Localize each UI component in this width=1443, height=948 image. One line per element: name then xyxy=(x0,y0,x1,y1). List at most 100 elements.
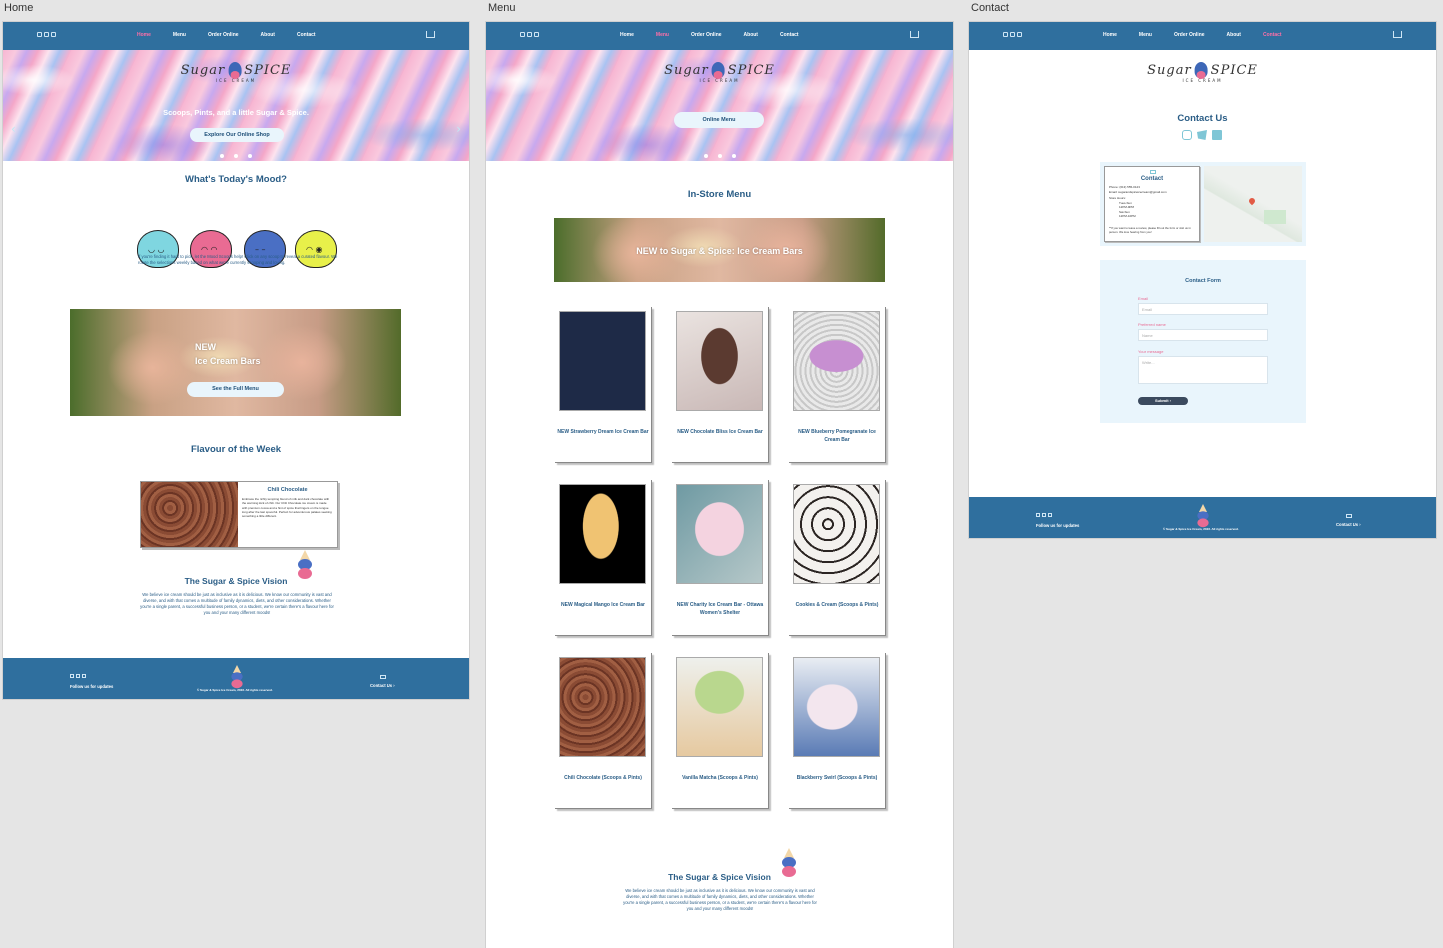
instagram-icon[interactable] xyxy=(520,32,525,37)
nav-about[interactable]: About xyxy=(744,32,758,38)
sleepy-face-icon: – – xyxy=(255,245,266,254)
menu-item-card[interactable]: Vanilla Matcha (Scoops & Pints) xyxy=(672,653,769,809)
strawberry-dream-image xyxy=(559,311,646,411)
online-menu-button[interactable]: Online Menu xyxy=(674,112,764,128)
contact-card-note: **If you want to leave a review, please … xyxy=(1109,226,1191,234)
menu-item-card[interactable]: NEW Magical Mango Ice Cream Bar xyxy=(555,480,652,636)
instagram-icon[interactable] xyxy=(37,32,42,37)
promo-line-1: NEW xyxy=(195,342,216,352)
contact-card-details: Phone: (613) 555-0123 Email: sugarandspi… xyxy=(1109,185,1167,219)
message-field[interactable]: Write... xyxy=(1138,356,1268,384)
vision-text: We believe ice cream should be just as i… xyxy=(623,888,817,911)
nav-menu[interactable]: Menu xyxy=(173,32,186,38)
nav-menu[interactable]: Menu xyxy=(656,32,669,38)
nav-links: Home Menu Order Online About Contact xyxy=(1103,32,1282,38)
logo[interactable]: Sugar SPICE ICE CREAM xyxy=(664,62,775,83)
logo-ice-cream-icon xyxy=(711,62,725,79)
nav-home[interactable]: Home xyxy=(137,32,151,38)
menu-item-name: Cookies & Cream (Scoops & Pints) xyxy=(795,602,879,608)
instagram-icon[interactable] xyxy=(1182,130,1192,140)
nav-home[interactable]: Home xyxy=(1103,32,1117,38)
nav-about[interactable]: About xyxy=(1227,32,1241,38)
mail-icon[interactable] xyxy=(1346,514,1352,518)
logo[interactable]: Sugar SPICE ICE CREAM xyxy=(1147,62,1258,83)
footer-contact-link[interactable]: Contact Us › xyxy=(1336,522,1361,527)
nav-order-online[interactable]: Order Online xyxy=(1174,32,1205,38)
submit-button[interactable]: Submit › xyxy=(1138,397,1188,405)
twitter-icon[interactable] xyxy=(1197,130,1207,140)
contact-info-panel: Contact Phone: (613) 555-0123 Email: sug… xyxy=(1100,162,1306,246)
map-park xyxy=(1264,210,1286,224)
menu-item-name: NEW Blueberry Pomegranate Ice Cream Bar xyxy=(798,429,876,443)
menu-item-card[interactable]: NEW Chocolate Bliss Ice Cream Bar xyxy=(672,307,769,463)
name-label: Preferred name xyxy=(1138,322,1166,327)
contact-card: Contact Phone: (613) 555-0123 Email: sug… xyxy=(1104,166,1200,242)
logo[interactable]: Sugar SPICE ICE CREAM xyxy=(181,62,292,83)
footer-mascot-icon xyxy=(230,665,244,689)
nav-contact[interactable]: Contact xyxy=(780,32,799,38)
twitter-icon[interactable] xyxy=(527,32,532,37)
menu-item-card[interactable]: Cookies & Cream (Scoops & Pints) xyxy=(789,480,886,636)
contact-form: Contact Form Email Email Preferred name … xyxy=(1100,260,1306,423)
facebook-icon[interactable] xyxy=(534,32,539,37)
email-field[interactable]: Email xyxy=(1138,303,1268,315)
menu-item-card[interactable]: NEW Strawberry Dream Ice Cream Bar xyxy=(555,307,652,463)
instagram-icon[interactable] xyxy=(1003,32,1008,37)
cart-icon[interactable] xyxy=(910,31,919,38)
twitter-icon[interactable] xyxy=(1010,32,1015,37)
carousel-prev-icon[interactable]: ‹ xyxy=(11,122,16,136)
nav-contact[interactable]: Contact xyxy=(297,32,316,38)
footer-contact-label: Contact Us xyxy=(370,683,393,688)
carousel-dot[interactable] xyxy=(731,154,736,158)
map-pin-icon xyxy=(1247,196,1257,206)
location-map[interactable] xyxy=(1204,166,1302,242)
cart-icon[interactable] xyxy=(1393,31,1402,38)
twitter-icon[interactable] xyxy=(1042,513,1046,517)
nav-about[interactable]: About xyxy=(261,32,275,38)
hero-banner: Sugar SPICE ICE CREAM ‹ › Scoops, Pints, … xyxy=(3,50,469,161)
menu-item-card[interactable]: NEW Charity Ice Cream Bar - Ottawa Women… xyxy=(672,480,769,636)
calm-face-icon: ◡ ◡ xyxy=(148,245,165,254)
chili-chocolate-image xyxy=(559,657,646,757)
facebook-icon[interactable] xyxy=(82,674,86,678)
nav-home[interactable]: Home xyxy=(620,32,634,38)
menu-page-frame: Home Menu Order Online About Contact Sug… xyxy=(486,22,953,948)
logo-word-spice: SPICE xyxy=(727,62,775,78)
carousel-dot[interactable] xyxy=(703,154,708,158)
footer-mascot-icon xyxy=(1196,504,1210,528)
footer-contact-link[interactable]: Contact Us › xyxy=(370,683,395,688)
menu-item-card[interactable]: Chili Chocolate (Scoops & Pints) xyxy=(555,653,652,809)
instagram-icon[interactable] xyxy=(1036,513,1040,517)
see-full-menu-button[interactable]: See the Full Menu xyxy=(187,382,284,397)
footer: Follow us for updates © Sugar & Spice Ic… xyxy=(3,658,469,699)
submit-label: Submit xyxy=(1154,398,1169,403)
nav-order-online[interactable]: Order Online xyxy=(691,32,722,38)
nav-order-online[interactable]: Order Online xyxy=(208,32,239,38)
facebook-icon[interactable] xyxy=(51,32,56,37)
menu-item-name: NEW Chocolate Bliss Ice Cream Bar xyxy=(677,429,763,435)
sad-face-icon: ◠ ◠ xyxy=(201,245,218,254)
facebook-icon[interactable] xyxy=(1212,130,1222,140)
flavour-week-card[interactable]: Chili Chocolate Embrace the richly tempt… xyxy=(140,481,338,548)
carousel-dot[interactable] xyxy=(234,154,238,158)
carousel-next-icon[interactable]: › xyxy=(456,122,461,136)
menu-item-card[interactable]: NEW Blueberry Pomegranate Ice Cream Bar xyxy=(789,307,886,463)
cart-icon[interactable] xyxy=(426,31,435,38)
carousel-dot[interactable] xyxy=(220,154,224,158)
footer-social xyxy=(1036,513,1052,517)
twitter-icon[interactable] xyxy=(44,32,49,37)
contact-email: Email: sugarandspiceicecream@gmail.com xyxy=(1109,189,1167,194)
carousel-dot[interactable] xyxy=(717,154,722,158)
instagram-icon[interactable] xyxy=(70,674,74,678)
name-field[interactable]: Name xyxy=(1138,329,1268,341)
facebook-icon[interactable] xyxy=(1048,513,1052,517)
twitter-icon[interactable] xyxy=(76,674,80,678)
carousel-dot[interactable] xyxy=(248,154,252,158)
facebook-icon[interactable] xyxy=(1017,32,1022,37)
explore-shop-button[interactable]: Explore Our Online Shop xyxy=(190,128,284,142)
nav-menu[interactable]: Menu xyxy=(1139,32,1152,38)
mail-icon[interactable] xyxy=(380,675,386,679)
menu-item-card[interactable]: Blackberry Swirl (Scoops & Pints) xyxy=(789,653,886,809)
nav-contact[interactable]: Contact xyxy=(1263,32,1282,38)
promo-line-2: Ice Cream Bars xyxy=(195,356,261,366)
